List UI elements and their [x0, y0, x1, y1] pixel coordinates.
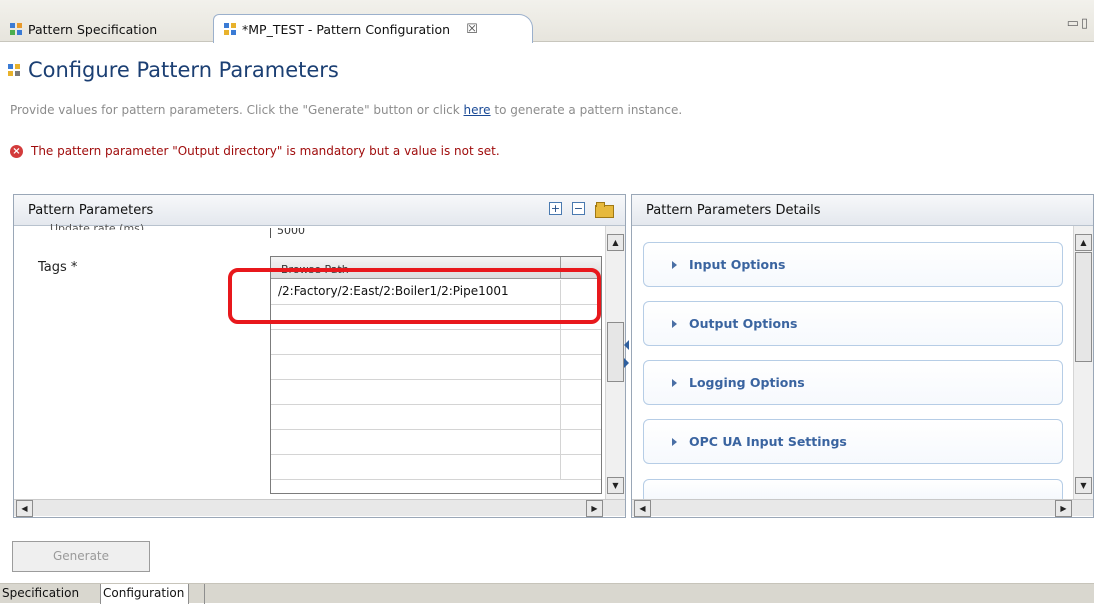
expand-arrow-icon [672, 319, 677, 328]
table-row[interactable] [271, 380, 601, 405]
editor-tab-strip: Pattern Specification *MP_TEST - Pattern… [0, 0, 1094, 43]
table-row[interactable] [271, 330, 601, 355]
vertical-scrollbar[interactable]: ▲ ▼ [1073, 226, 1093, 499]
collapse-right-icon[interactable] [624, 358, 629, 368]
scroll-up-button[interactable]: ▲ [1075, 234, 1092, 251]
section-output-options[interactable]: Output Options [643, 301, 1063, 346]
open-folder-icon[interactable] [595, 202, 614, 218]
section-input-options[interactable]: Input Options [643, 242, 1063, 287]
highlight-annotation [228, 268, 601, 324]
section-opc-ua-input-settings[interactable]: OPC UA Input Settings [643, 419, 1063, 464]
table-cell[interactable] [271, 380, 561, 405]
expand-arrow-icon [672, 260, 677, 269]
error-icon: × [10, 144, 23, 158]
section-label: OPC UA Input Settings [689, 434, 847, 449]
table-row[interactable] [271, 430, 601, 455]
scroll-right-button[interactable]: ▶ [1055, 500, 1072, 517]
table-row[interactable] [271, 355, 601, 380]
collapse-left-icon[interactable] [624, 340, 629, 350]
scroll-down-button[interactable]: ▼ [607, 477, 624, 494]
pattern-config-icon [224, 23, 236, 35]
table-row[interactable] [271, 405, 601, 430]
scroll-thumb[interactable] [607, 322, 624, 382]
horizontal-scrollbar[interactable]: ◀ ▶ [14, 499, 625, 517]
table-cell[interactable] [271, 330, 561, 355]
collapse-all-icon[interactable]: − [572, 202, 585, 215]
update-rate-field[interactable]: 5000 [270, 228, 600, 238]
expand-arrow-icon [672, 378, 677, 387]
tab-pattern-specification[interactable]: Pattern Specification [4, 16, 212, 42]
error-message: × The pattern parameter "Output director… [10, 144, 500, 158]
scroll-down-button[interactable]: ▼ [1075, 477, 1092, 494]
description-text-end: to generate a pattern instance. [490, 103, 683, 117]
table-cell[interactable] [271, 430, 561, 455]
generate-button[interactable]: Generate [12, 541, 150, 572]
panel-title: Pattern Parameters Details [646, 202, 821, 218]
scroll-right-button[interactable]: ▶ [586, 500, 603, 517]
scroll-up-button[interactable]: ▲ [607, 234, 624, 251]
scroll-left-button[interactable]: ◀ [634, 500, 651, 517]
expand-arrow-icon [672, 437, 677, 446]
table-cell[interactable] [271, 355, 561, 380]
table-row[interactable] [271, 455, 601, 480]
page-description: Provide values for pattern parameters. C… [10, 103, 682, 117]
section-partial[interactable] [643, 479, 1063, 499]
tab-divider [204, 584, 205, 604]
bottom-tab-bar: Specification Configuration [0, 583, 1094, 604]
panel-header: Pattern Parameters Details [632, 195, 1093, 226]
table-cell[interactable] [271, 405, 561, 430]
description-text: Provide values for pattern parameters. C… [10, 103, 464, 117]
section-label: Logging Options [689, 375, 805, 390]
table-cell[interactable] [271, 455, 561, 480]
close-icon[interactable]: ☒ [466, 22, 478, 37]
panel-sash[interactable] [624, 340, 630, 378]
tags-label: Tags * [38, 260, 78, 275]
tab-configuration[interactable]: Configuration [100, 584, 190, 604]
generate-here-link[interactable]: here [464, 103, 491, 117]
scroll-thumb[interactable] [1075, 252, 1092, 362]
update-rate-label: Update rate (ms) [50, 222, 145, 230]
section-label: Output Options [689, 316, 798, 331]
section-label: Input Options [689, 257, 786, 272]
panel-toolbar: + − [549, 202, 614, 218]
panel-title: Pattern Parameters [28, 202, 154, 218]
pattern-parameters-details-panel: Pattern Parameters Details Input Options… [631, 194, 1094, 518]
tab-pattern-configuration[interactable]: *MP_TEST - Pattern Configuration ☒ [213, 14, 533, 43]
page-title: Configure Pattern Parameters [28, 58, 339, 82]
tab-specification[interactable]: Specification [0, 584, 83, 604]
page-header: Configure Pattern Parameters [8, 58, 339, 82]
expand-all-icon[interactable]: + [549, 202, 562, 215]
tab-label: Pattern Specification [28, 21, 158, 37]
pattern-spec-icon [10, 23, 22, 35]
error-text: The pattern parameter "Output directory"… [31, 144, 500, 158]
tab-label: *MP_TEST - Pattern Configuration [242, 21, 451, 37]
horizontal-scrollbar[interactable]: ◀ ▶ [632, 499, 1093, 517]
minimize-maximize-icons[interactable]: ▭▯ [1067, 16, 1090, 31]
section-logging-options[interactable]: Logging Options [643, 360, 1063, 405]
configure-pattern-icon [8, 64, 20, 76]
scroll-left-button[interactable]: ◀ [16, 500, 33, 517]
vertical-scrollbar[interactable]: ▲ ▼ [605, 226, 625, 499]
